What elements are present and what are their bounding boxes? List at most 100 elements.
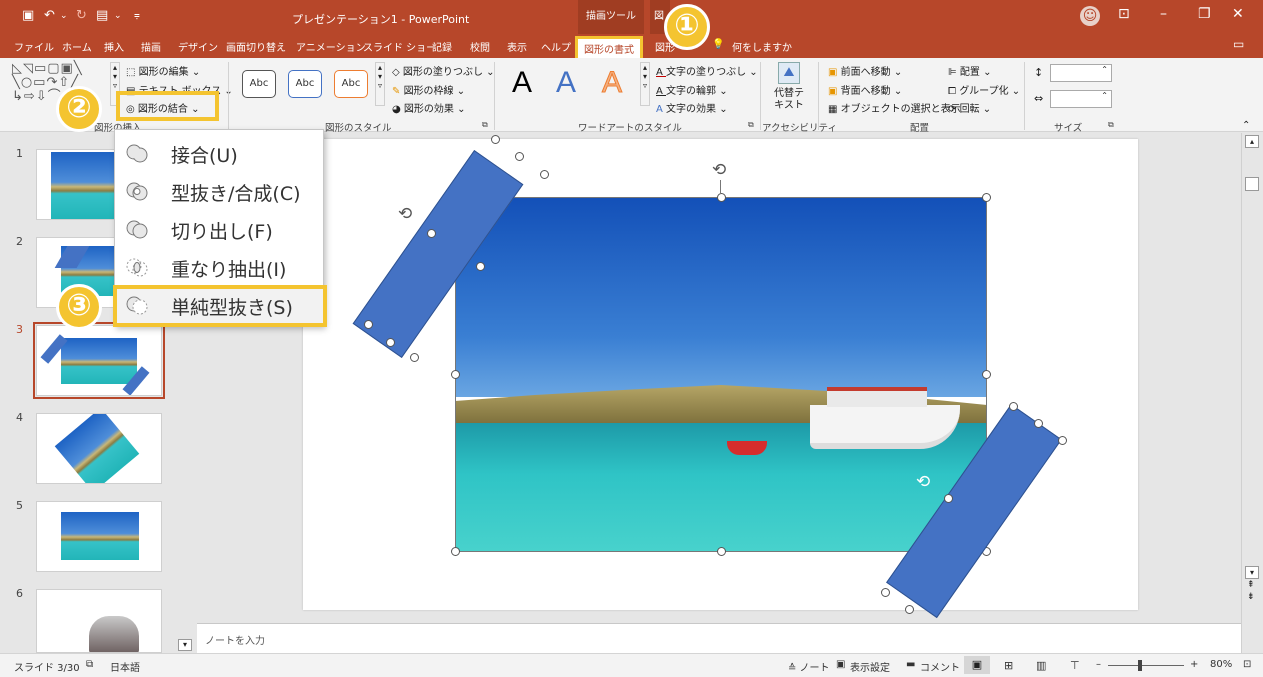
language-indicator[interactable]: 日本語 (110, 659, 140, 674)
scroll-thumb[interactable] (1245, 177, 1259, 191)
shape-style-2[interactable]: Abc (288, 70, 322, 98)
resize-handle[interactable] (540, 170, 549, 179)
qat-dropdown-icon[interactable]: ⌄ (114, 11, 122, 21)
customize-qat-icon[interactable]: ⩦ (134, 10, 140, 21)
resize-handle[interactable] (491, 135, 500, 144)
rotate-handle-icon[interactable]: ⟲ (916, 472, 930, 492)
tab-record[interactable]: 記録 (432, 39, 452, 54)
tab-review[interactable]: 校閲 (470, 39, 490, 54)
resize-handle[interactable] (944, 494, 953, 503)
resize-handle[interactable] (476, 262, 485, 271)
wordart-style-orange[interactable]: A (601, 66, 622, 100)
slide-thumbnail-5[interactable] (36, 501, 162, 572)
spellcheck-icon[interactable]: ⧉ (86, 659, 93, 670)
scroll-down-icon[interactable]: ▾ (1245, 566, 1259, 579)
redo-icon[interactable]: ↻ (76, 8, 87, 23)
resize-handle[interactable] (905, 605, 914, 614)
shape-styles-more[interactable]: ▴ ▾ ▿ (375, 62, 385, 106)
ribbon-display-options-icon[interactable]: ⊡ (1118, 6, 1130, 22)
align-button[interactable]: ⊫ 配置 ⌄ (948, 63, 991, 78)
resize-handle[interactable] (982, 370, 991, 379)
notes-pane[interactable]: ノートを入力 (197, 623, 1241, 653)
shape-outline-button[interactable]: ✎ 図形の枠線 ⌄ (392, 82, 465, 97)
resize-handle[interactable] (1009, 402, 1018, 411)
resize-handle[interactable] (717, 547, 726, 556)
alt-text-button[interactable]: 代替テキスト (772, 88, 806, 112)
menu-item-union[interactable]: 接合(U) (115, 133, 323, 171)
slide-thumbnail-4[interactable] (36, 413, 162, 484)
resize-handle[interactable] (1058, 436, 1067, 445)
vertical-scrollbar[interactable]: ▴ ▾ ⇞ ⇟ (1241, 133, 1263, 653)
wordart-style-blue[interactable]: A (556, 66, 576, 100)
reading-view-icon[interactable]: ▥ (1036, 659, 1046, 672)
tab-insert[interactable]: 挿入 (104, 39, 124, 54)
zoom-slider-track[interactable] (1108, 665, 1184, 666)
shape-width-input[interactable]: ⌃ (1050, 90, 1112, 108)
edit-shape-button[interactable]: ⬚ 図形の編集 ⌄ (126, 63, 200, 78)
display-settings-button[interactable]: 表示設定 (850, 659, 890, 674)
tell-me-search[interactable]: 何をしますか (732, 39, 792, 54)
shape-style-3[interactable]: Abc (334, 70, 368, 98)
resize-handle[interactable] (386, 338, 395, 347)
zoom-slider-thumb[interactable] (1138, 660, 1142, 671)
wordart-launcher-icon[interactable]: ⧉ (748, 120, 754, 130)
tab-animations[interactable]: アニメーション (296, 39, 366, 54)
tab-draw[interactable]: 描画 (141, 39, 161, 54)
start-from-beginning-icon[interactable]: ▤ (96, 8, 108, 23)
resize-handle[interactable] (410, 353, 419, 362)
shape-effects-button[interactable]: ◕ 図形の効果 ⌄ (392, 100, 465, 115)
slide-thumbnail-6[interactable] (36, 589, 162, 653)
tab-transitions[interactable]: 画面切り替え (226, 39, 286, 54)
shape-style-1[interactable]: Abc (242, 70, 276, 98)
resize-handle[interactable] (717, 193, 726, 202)
send-backward-button[interactable]: ▣ 背面へ移動 ⌄ (828, 82, 902, 97)
tab-file[interactable]: ファイル (14, 39, 54, 54)
zoom-level[interactable]: 80% (1210, 659, 1232, 670)
next-slide-icon[interactable]: ⇟ (1247, 593, 1255, 602)
collapse-ribbon-icon[interactable]: ⌃ (1242, 120, 1250, 131)
resize-handle[interactable] (451, 547, 460, 556)
text-outline-button[interactable]: A 文字の輪郭 ⌄ (656, 82, 728, 97)
notes-toggle-button[interactable]: ≙ ノート (788, 659, 830, 674)
comments-icon[interactable]: ▭ (1233, 37, 1244, 51)
account-avatar[interactable]: ☺ (1080, 6, 1100, 26)
tab-home[interactable]: ホーム (62, 39, 92, 54)
resize-handle[interactable] (364, 320, 373, 329)
selection-pane-button[interactable]: ▦ オブジェクトの選択と表示 (828, 100, 961, 115)
resize-handle[interactable] (427, 229, 436, 238)
resize-handle[interactable] (881, 588, 890, 597)
rotate-button[interactable]: ⟳ 回転 ⌄ (948, 100, 991, 115)
fit-to-window-icon[interactable]: ⊡ (1243, 659, 1251, 670)
close-icon[interactable]: ✕ (1232, 6, 1244, 22)
previous-slide-icon[interactable]: ⇞ (1247, 581, 1255, 590)
scroll-up-icon[interactable]: ▴ (1245, 135, 1259, 148)
comments-button[interactable]: コメント (920, 659, 960, 674)
wordart-style-black[interactable]: A (512, 66, 532, 100)
tab-view[interactable]: 表示 (507, 39, 527, 54)
menu-item-intersect[interactable]: 重なり抽出(I) (115, 247, 323, 285)
tab-design[interactable]: デザイン (178, 39, 218, 54)
minimize-icon[interactable]: – (1160, 6, 1167, 22)
resize-handle[interactable] (982, 193, 991, 202)
slideshow-icon[interactable]: ⊤ (1070, 659, 1080, 672)
text-fill-button[interactable]: A 文字の塗りつぶし ⌄ (656, 63, 758, 78)
undo-icon[interactable]: ↶ (44, 8, 55, 23)
tab-help[interactable]: ヘルプ (541, 39, 571, 54)
thumbnail-scroll-down-icon[interactable]: ▾ (178, 639, 192, 651)
rotate-handle-icon[interactable]: ⟲ (712, 160, 726, 180)
text-effects-button[interactable]: A 文字の効果 ⌄ (656, 100, 728, 115)
normal-view-icon[interactable]: ▣ (964, 656, 990, 674)
rotate-handle-icon[interactable]: ⟲ (398, 204, 412, 224)
save-icon[interactable]: ▣ (22, 8, 34, 23)
undo-dropdown-icon[interactable]: ⌄ (60, 11, 68, 21)
bring-forward-button[interactable]: ▣ 前面へ移動 ⌄ (828, 63, 902, 78)
zoom-out-icon[interactable]: – (1096, 659, 1101, 670)
menu-item-combine[interactable]: 型抜き/合成(C) (115, 171, 323, 209)
restore-icon[interactable]: ❐ (1198, 6, 1211, 22)
resize-handle[interactable] (515, 152, 524, 161)
size-launcher-icon[interactable]: ⧉ (1108, 120, 1114, 130)
menu-item-fragment[interactable]: 切り出し(F) (115, 209, 323, 247)
shape-height-input[interactable]: ⌃ (1050, 64, 1112, 82)
resize-handle[interactable] (1034, 419, 1043, 428)
shape-styles-launcher-icon[interactable]: ⧉ (482, 120, 488, 130)
